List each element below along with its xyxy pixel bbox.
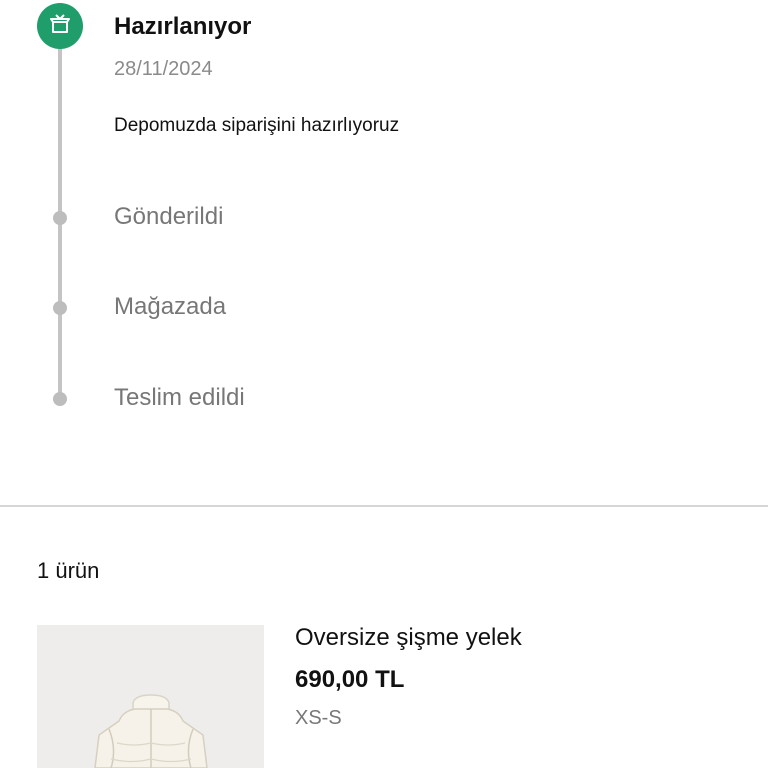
product-size: XS-S — [295, 707, 342, 729]
section-divider — [0, 505, 768, 507]
status-step-delivered: Teslim edildi — [114, 384, 245, 411]
status-step-active-marker — [37, 3, 83, 49]
status-step-dot-delivered — [53, 392, 67, 406]
status-step-description: Depomuzda siparişini hazırlıyoruz — [114, 115, 400, 136]
timeline-track — [58, 20, 62, 400]
product-name[interactable]: Oversize şişme yelek — [295, 624, 522, 652]
package-icon — [48, 12, 72, 41]
status-step-date: 28/11/2024 — [114, 58, 213, 80]
status-step-dot-in-store — [53, 301, 67, 315]
status-step-shipped: Gönderildi — [114, 203, 224, 230]
white-puffer-vest-image — [94, 694, 208, 768]
product-price: 690,00 TL — [295, 666, 405, 693]
order-status-timeline: Hazırlanıyor 28/11/2024 Depomuzda sipari… — [0, 0, 768, 505]
status-step-in-store: Mağazada — [114, 293, 227, 320]
item-count: 1 ürün — [37, 558, 100, 583]
status-step-dot-shipped — [53, 211, 67, 225]
status-step-title: Hazırlanıyor — [114, 13, 252, 40]
product-image[interactable] — [37, 625, 264, 768]
